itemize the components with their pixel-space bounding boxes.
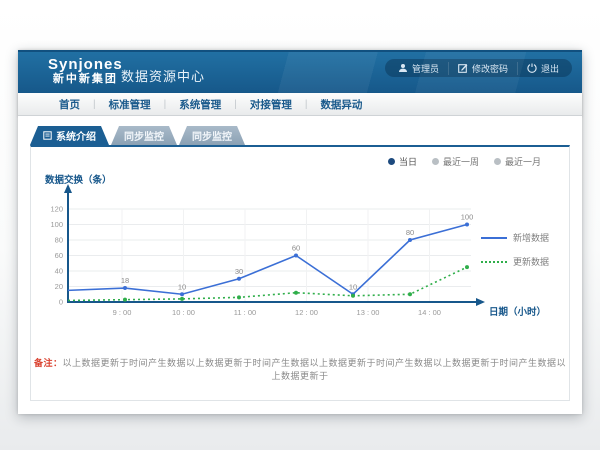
chart-panel: 当日 最近一周 最近一月 0 20 40 60 80 100 120 9 : 00 10 : 0…: [30, 145, 570, 401]
tab-sync-monitor-2[interactable]: 同步监控: [179, 126, 245, 145]
svg-text:80: 80: [406, 228, 414, 237]
nav-item-system-mgmt[interactable]: 系统管理: [166, 97, 234, 112]
content-area: 系统介绍 同步监控 同步监控 当日 最近一周: [18, 116, 582, 414]
svg-text:9 : 00: 9 : 00: [113, 308, 132, 317]
tab-label: 系统介绍: [56, 128, 96, 143]
change-password-button[interactable]: 修改密码: [448, 62, 517, 75]
svg-text:18: 18: [121, 276, 129, 285]
current-user-label: 管理员: [412, 62, 439, 75]
tab-label: 同步监控: [124, 128, 164, 143]
tab-system-intro[interactable]: 系统介绍: [30, 126, 109, 145]
nav-item-integration-mgmt[interactable]: 对接管理: [237, 97, 305, 112]
change-password-label: 修改密码: [472, 62, 508, 75]
blue-line-sample-icon: [481, 237, 507, 239]
legend-item-new-data[interactable]: 新增数据: [481, 231, 549, 244]
svg-text:40: 40: [55, 267, 63, 276]
filter-label: 最近一月: [505, 155, 541, 168]
app-header: Synjones 新中新集团 数据资源中心 管理员 修改密码 退出: [18, 50, 582, 93]
svg-text:11 : 00: 11 : 00: [234, 308, 256, 317]
footnote-prefix: 备注：: [34, 358, 63, 368]
svg-text:100: 100: [50, 220, 63, 229]
filter-label: 最近一周: [443, 155, 479, 168]
footnote-text: 以上数据更新于时间产生数据以上数据更新于时间产生数据以上数据更新于时间产生数据以…: [63, 358, 567, 381]
document-icon: [43, 131, 52, 140]
svg-text:数据交换（条）: 数据交换（条）: [44, 174, 112, 186]
svg-text:13 : 00: 13 : 00: [357, 308, 380, 317]
account-toolbar: 管理员 修改密码 退出: [385, 59, 572, 77]
period-filter-group: 当日 最近一周 最近一月: [388, 155, 541, 168]
tab-bar: 系统介绍 同步监控 同步监控: [30, 126, 245, 145]
tab-label: 同步监控: [192, 128, 232, 143]
brand-logo-en: Synjones: [48, 56, 123, 73]
page-title: 数据资源中心: [121, 66, 205, 85]
svg-text:12 : 00: 12 : 00: [295, 308, 318, 317]
logout-button[interactable]: 退出: [517, 62, 568, 75]
svg-text:100: 100: [461, 213, 474, 222]
brand-logo: Synjones 新中新集团: [48, 56, 123, 86]
filter-today[interactable]: 当日: [388, 155, 417, 168]
svg-text:60: 60: [55, 251, 63, 260]
current-user-button[interactable]: 管理员: [389, 62, 448, 75]
svg-text:20: 20: [55, 282, 63, 291]
radio-icon: [432, 158, 439, 165]
svg-text:60: 60: [292, 244, 300, 253]
legend-label: 更新数据: [513, 255, 549, 268]
tab-sync-monitor-1[interactable]: 同步监控: [111, 126, 177, 145]
green-dotted-sample-icon: [481, 261, 507, 263]
svg-text:120: 120: [50, 205, 63, 214]
logout-icon: [527, 63, 537, 73]
svg-text:10 : 00: 10 : 00: [172, 308, 195, 317]
radio-icon: [494, 158, 501, 165]
main-nav: 首页 | 标准管理 | 系统管理 | 对接管理 | 数据异动: [18, 93, 582, 116]
edit-icon: [458, 63, 468, 73]
nav-item-home[interactable]: 首页: [46, 97, 93, 112]
svg-text:10: 10: [349, 282, 357, 291]
filter-label: 当日: [399, 155, 417, 168]
legend-item-updated-data[interactable]: 更新数据: [481, 255, 549, 268]
legend-label: 新增数据: [513, 231, 549, 244]
user-icon: [398, 63, 408, 73]
nav-item-standard-mgmt[interactable]: 标准管理: [96, 97, 164, 112]
filter-last-week[interactable]: 最近一周: [432, 155, 479, 168]
svg-text:80: 80: [55, 236, 63, 245]
svg-text:日期（小时）: 日期（小时）: [489, 306, 546, 318]
chart-legend: 新增数据 更新数据: [481, 231, 549, 268]
footnote: 备注：以上数据更新于时间产生数据以上数据更新于时间产生数据以上数据更新于时间产生…: [31, 356, 569, 382]
svg-text:14 : 00: 14 : 00: [418, 308, 441, 317]
svg-text:10: 10: [178, 282, 186, 291]
radio-selected-icon: [388, 158, 395, 165]
nav-item-data-change[interactable]: 数据异动: [307, 97, 375, 112]
filter-last-month[interactable]: 最近一月: [494, 155, 541, 168]
logout-label: 退出: [541, 62, 559, 75]
svg-text:0: 0: [59, 298, 63, 307]
brand-logo-cn: 新中新集团: [48, 73, 123, 86]
app-window: Synjones 新中新集团 数据资源中心 管理员 修改密码 退出: [18, 50, 582, 414]
svg-text:30: 30: [235, 267, 243, 276]
